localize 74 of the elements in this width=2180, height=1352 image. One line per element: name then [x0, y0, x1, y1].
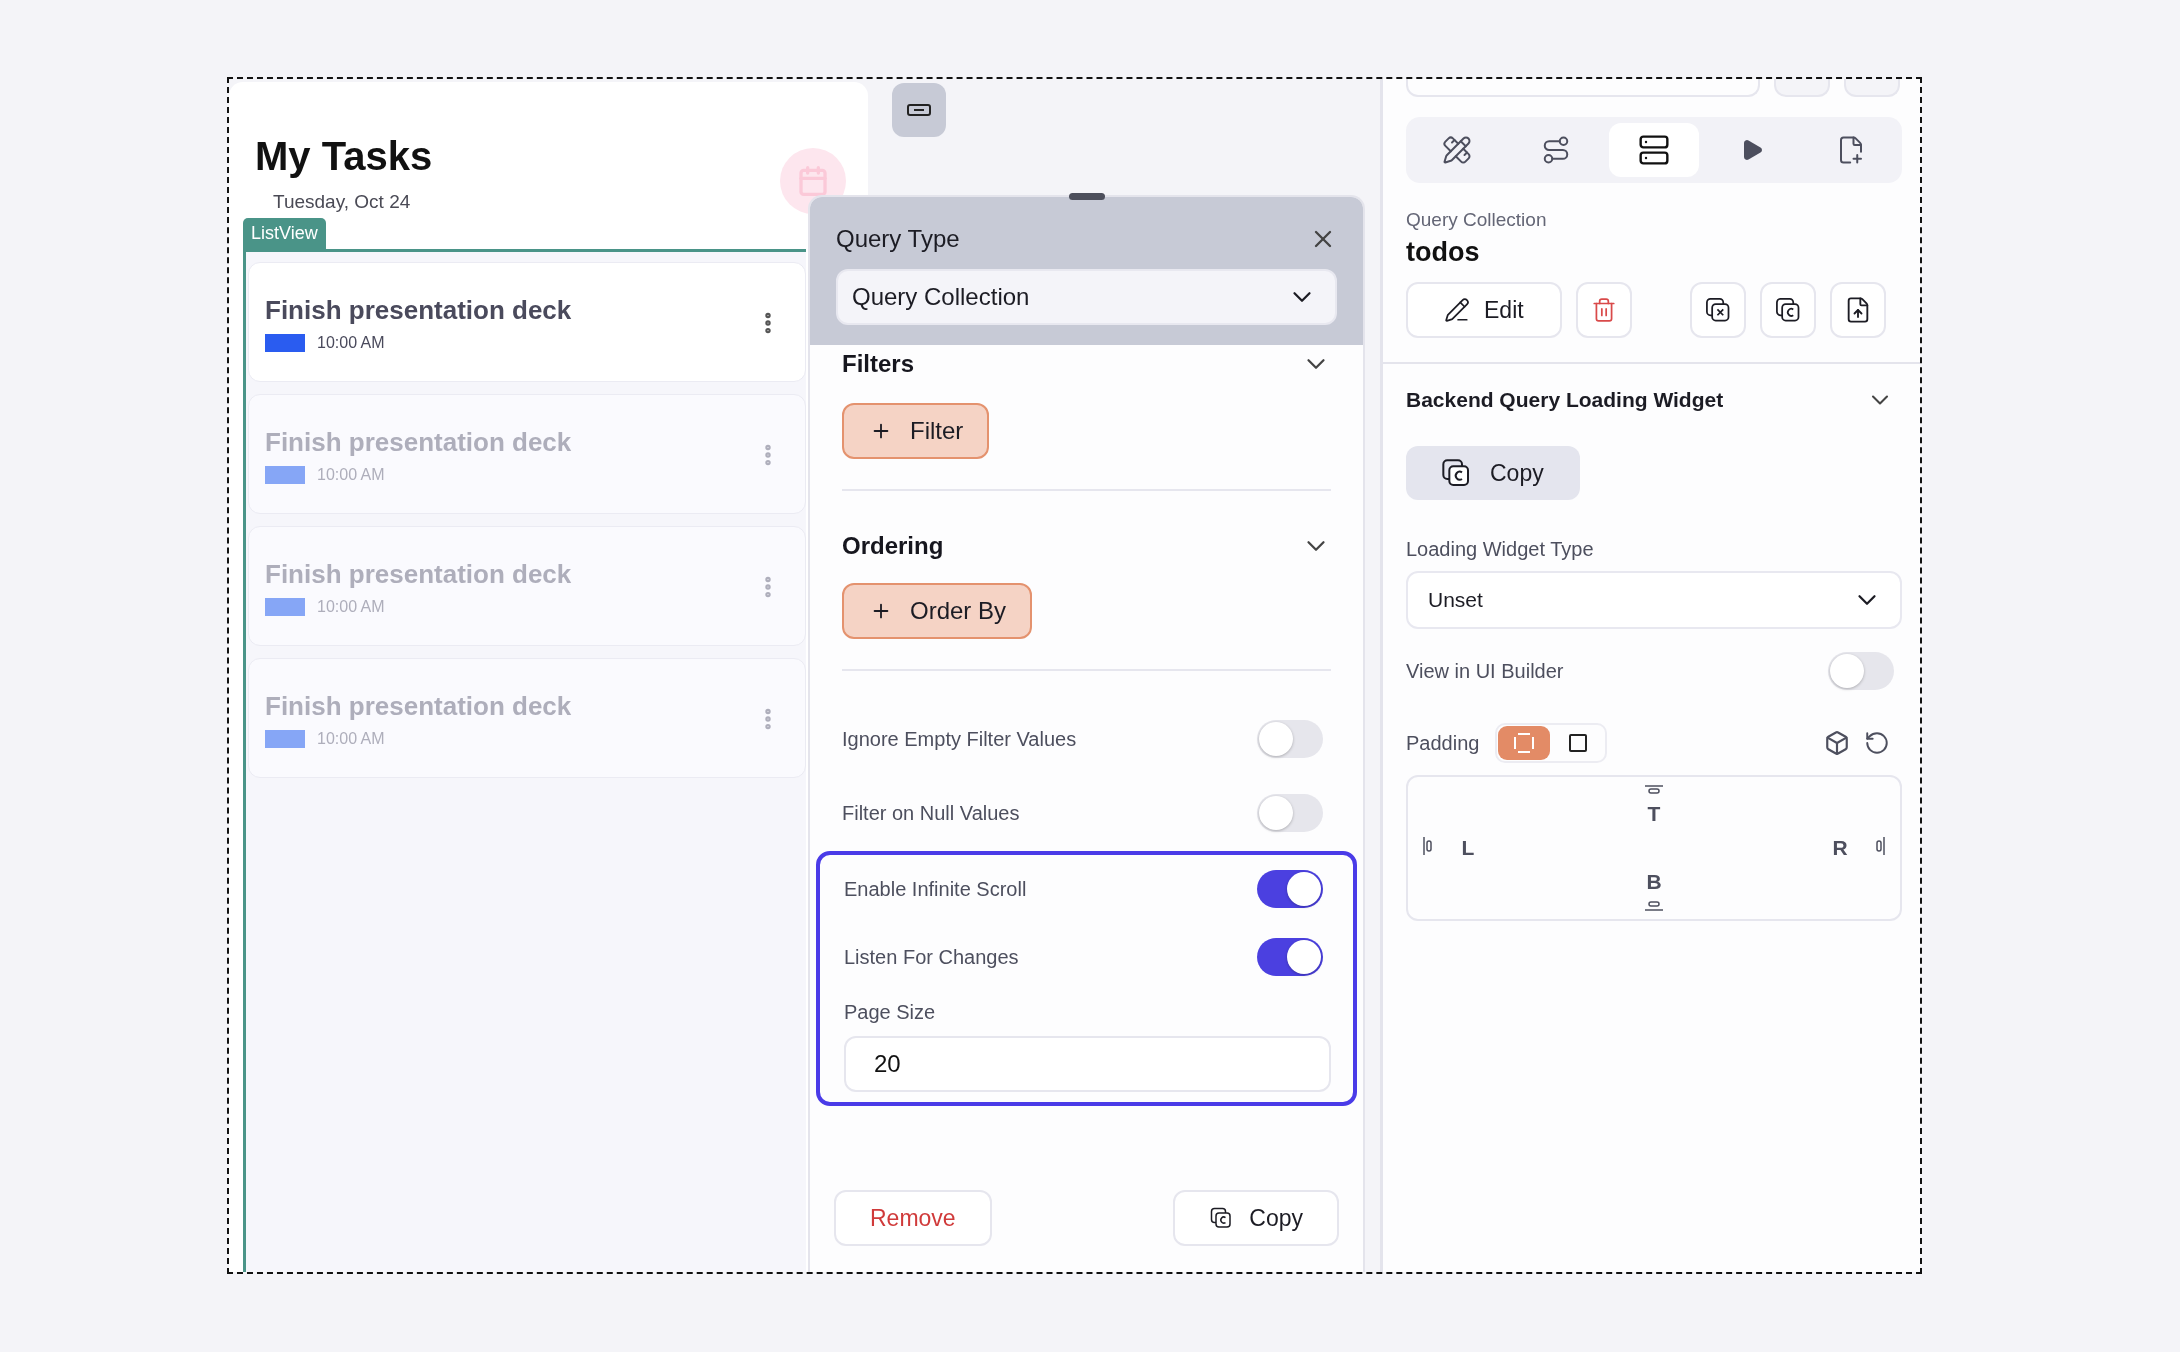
task-time: 10:00 AM	[317, 597, 385, 616]
toggle-label: View in UI Builder	[1406, 659, 1564, 683]
icon-button[interactable]	[1689, 282, 1746, 338]
server-icon	[1638, 134, 1670, 166]
toggle-switch[interactable]	[1828, 652, 1894, 690]
remove-button[interactable]: Remove	[834, 1190, 992, 1246]
date-text: Tuesday, Oct 24	[273, 191, 412, 213]
copy-icon	[1209, 1206, 1234, 1230]
query-name: todos	[1406, 237, 1481, 268]
page-size-field[interactable]: 20	[844, 1036, 1331, 1092]
task-title: Finish presentation deck	[265, 690, 572, 722]
panel-tab[interactable]	[1608, 123, 1700, 177]
text-field[interactable]	[1406, 79, 1760, 97]
toggle-label: Enable Infinite Scroll	[844, 877, 1027, 901]
reset-icon[interactable]	[1864, 730, 1890, 756]
toggle-label: Listen For Changes	[844, 945, 1019, 969]
toggle-switch[interactable]	[1257, 794, 1323, 832]
task-title: Finish presentation deck	[265, 426, 572, 458]
copy-icon	[1440, 457, 1472, 489]
edge-bar-icon	[1874, 836, 1886, 856]
ruler-pencil-icon	[1442, 135, 1473, 165]
padding-all-icon	[1513, 732, 1536, 754]
side-label: T	[1647, 801, 1661, 826]
task-time: 10:00 AM	[317, 465, 385, 484]
edge-bar-icon	[1644, 783, 1664, 796]
copy-icon	[1773, 296, 1802, 324]
toggle-switch[interactable]	[1257, 720, 1323, 758]
field-label: Query Type	[836, 225, 960, 253]
color-swatch	[265, 333, 305, 352]
square-icon	[1568, 733, 1589, 753]
section-title: Filters	[842, 350, 915, 378]
copy-button[interactable]: Copy	[1406, 446, 1580, 500]
toggle-switch[interactable]	[1257, 870, 1323, 908]
pencil-icon	[1444, 297, 1470, 323]
drag-handle[interactable]	[1068, 193, 1105, 200]
toggle-label: Ignore Empty Filter Values	[842, 727, 1077, 751]
calendar-icon	[797, 165, 829, 197]
section-title: Ordering	[842, 532, 944, 560]
field-label: Padding	[1406, 731, 1480, 755]
color-swatch	[265, 465, 305, 484]
side-label: R	[1832, 836, 1848, 860]
copy-button[interactable]: Copy	[1173, 1190, 1339, 1246]
edit-button[interactable]: Edit	[1406, 282, 1562, 338]
export-button[interactable]	[1829, 282, 1886, 338]
widget-tag: ListView	[243, 218, 326, 249]
task-time: 10:00 AM	[317, 729, 385, 748]
edge-bar-icon	[1422, 836, 1434, 856]
task-card[interactable]: Finish presentation deck 10:00 AM	[248, 262, 806, 382]
copy-x-icon	[1703, 296, 1732, 324]
page-title: My Tasks	[255, 134, 433, 179]
task-title: Finish presentation deck	[265, 558, 572, 590]
query-type-dropdown[interactable]: Query Collection	[836, 269, 1337, 325]
query-kind: Query Collection	[1406, 209, 1548, 231]
side-label: L	[1461, 836, 1475, 860]
field-label: Loading Widget Type	[1406, 538, 1595, 561]
color-swatch	[265, 597, 305, 616]
task-title: Finish presentation deck	[265, 294, 572, 326]
cube-icon[interactable]	[1824, 730, 1850, 756]
delete-button[interactable]	[1575, 282, 1632, 338]
field-label: Page Size	[844, 1001, 937, 1024]
color-swatch	[265, 729, 305, 748]
side-label: B	[1646, 870, 1662, 895]
trash-icon	[1590, 297, 1617, 323]
collapse-button[interactable]	[892, 83, 946, 137]
task-time: 10:00 AM	[317, 333, 385, 352]
edge-bar-icon	[1644, 900, 1664, 913]
minus-box-icon	[907, 103, 931, 117]
toggle-label: Filter on Null Values	[842, 801, 1020, 825]
toggle-switch[interactable]	[1257, 938, 1323, 976]
add-button[interactable]: Filter	[842, 403, 990, 459]
add-button[interactable]: Order By	[842, 583, 1033, 639]
copy-button[interactable]	[1759, 282, 1816, 338]
section-title: Backend Query Loading Widget	[1406, 388, 1724, 412]
loading-widget-type-dropdown[interactable]: Unset	[1406, 571, 1902, 629]
